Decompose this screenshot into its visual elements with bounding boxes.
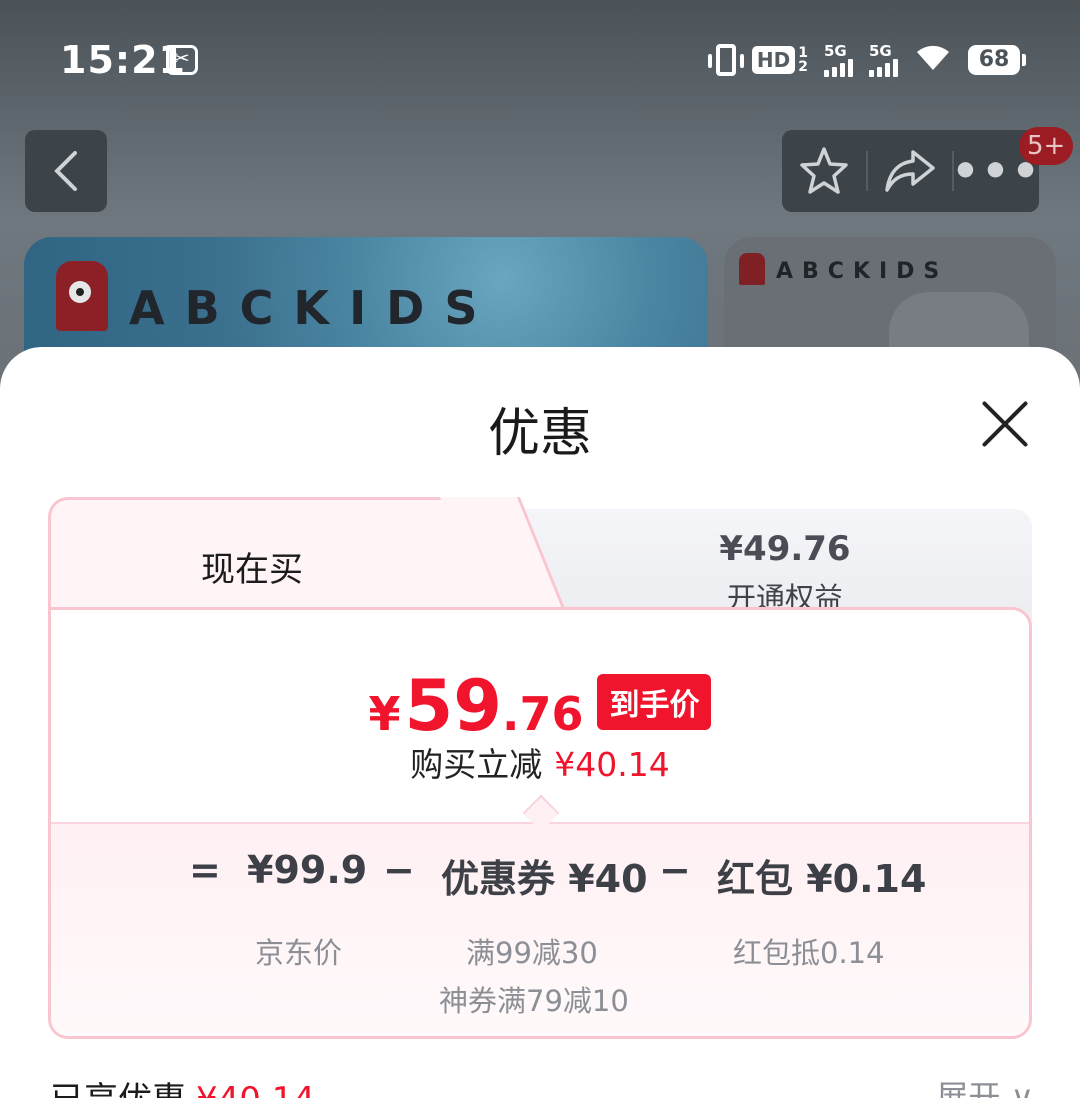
base-price: ¥99.9 xyxy=(247,848,368,892)
applied-discount-row: 已享优惠¥40.14 展开 ∨ xyxy=(50,1072,1034,1098)
vibrate-icon xyxy=(707,44,744,76)
share-icon xyxy=(885,150,935,192)
instant-discount: 购买立减 ¥40.14 xyxy=(410,745,670,784)
signal-icon-sim2: 5G xyxy=(869,43,898,77)
applied-discount: 已享优惠¥40.14 xyxy=(50,1072,315,1098)
chevron-left-icon xyxy=(54,151,77,191)
minus-sign: − xyxy=(383,848,415,892)
coupon-note: 神券满79减10 xyxy=(439,984,629,1018)
minus-sign: − xyxy=(659,848,691,892)
status-bar: 15:21 HD 12 5G 5G 68 xyxy=(0,0,1080,120)
base-price-note: 京东价 xyxy=(255,936,343,970)
brand-mascot-logo xyxy=(56,261,108,331)
tab-buy-now[interactable]: 现在买 xyxy=(48,497,571,621)
tab-buy-now-label: 现在买 xyxy=(201,550,303,590)
brand-mascot-logo xyxy=(739,253,765,285)
header-action-bar: ••• xyxy=(782,130,1040,212)
coupon-amount: 优惠券 ¥40 xyxy=(441,857,648,901)
redpacket-note: 红包抵0.14 xyxy=(733,936,885,970)
price-card: ¥49.76 开通权益 现在买 ¥ 59 .76 到手价 购买立减 ¥40.14 … xyxy=(48,497,1032,1039)
member-price: ¥49.76 xyxy=(719,529,851,569)
close-icon[interactable] xyxy=(978,397,1032,451)
equals-sign: = xyxy=(189,848,221,892)
message-count-badge: 5+ xyxy=(1019,127,1074,165)
signal-icon-sim1: 5G xyxy=(824,43,853,77)
redpacket-amount: 红包 ¥0.14 xyxy=(717,857,927,901)
discount-sheet: 优惠 ¥49.76 开通权益 现在买 ¥ 59 .76 到手价 购买立减 ¥40.… xyxy=(0,347,1080,1098)
screenshot-app-icon xyxy=(166,45,198,75)
star-icon xyxy=(800,147,848,194)
brand-logo-text: ABCKIDS xyxy=(776,259,949,284)
hd-voice-icon: HD 12 xyxy=(751,46,808,74)
status-icons: HD 12 5G 5G 68 xyxy=(707,42,1026,78)
final-price: ¥ 59 .76 到手价 xyxy=(51,665,1029,747)
final-price-tag: 到手价 xyxy=(597,674,712,730)
back-button[interactable] xyxy=(25,130,107,212)
favorite-button[interactable] xyxy=(782,130,866,212)
share-button[interactable] xyxy=(868,130,952,212)
wifi-icon xyxy=(914,42,952,78)
expand-button[interactable]: 展开 ∨ xyxy=(936,1072,1034,1098)
coupon-note: 满99减30 xyxy=(466,936,598,970)
brand-logo-text: ABCKIDS xyxy=(129,281,498,335)
sheet-title: 优惠 xyxy=(487,404,592,464)
battery-icon: 68 xyxy=(968,45,1026,75)
